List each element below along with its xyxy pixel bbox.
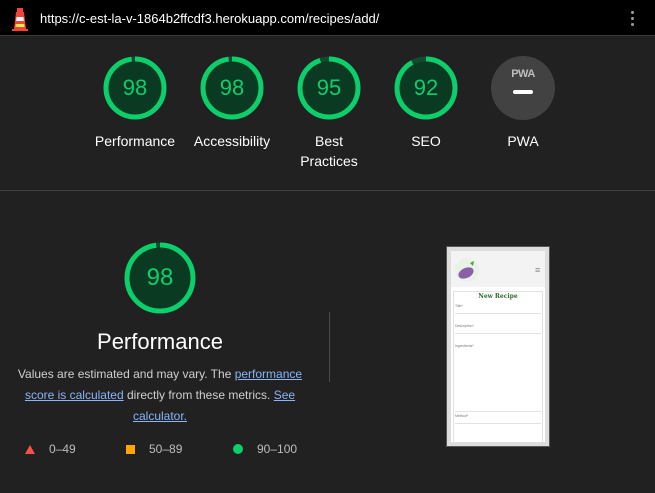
screenshot-title: New Recipe bbox=[478, 293, 518, 300]
gauge-best-practices[interactable]: 95 bbox=[297, 56, 361, 120]
score-value: 92 bbox=[413, 75, 439, 100]
field-line bbox=[455, 313, 541, 314]
performance-description: Values are estimated and may vary. The p… bbox=[14, 364, 306, 427]
label-line: Best bbox=[314, 133, 343, 149]
section-title: Performance bbox=[97, 329, 223, 354]
page-screenshot[interactable]: ≡ New Recipe Title* Description* Ingredi… bbox=[446, 246, 550, 447]
score-value: 98 bbox=[219, 75, 245, 100]
pwa-badge-icon: PWA bbox=[511, 68, 535, 80]
gauge-performance[interactable]: 98 bbox=[103, 56, 167, 120]
field-label: Title* bbox=[455, 304, 463, 308]
hamburger-icon: ≡ bbox=[535, 265, 541, 275]
desc-text: directly from these metrics. bbox=[123, 388, 274, 402]
desc-text: Values are estimated and may vary. The bbox=[17, 367, 235, 381]
field-label: Ingredients* bbox=[455, 344, 474, 348]
field-line bbox=[455, 333, 541, 334]
score-value: 98 bbox=[146, 264, 174, 291]
gauge-performance-large: 98 bbox=[124, 242, 196, 314]
screenshot-header: ≡ bbox=[451, 251, 545, 287]
lighthouse-icon bbox=[12, 8, 28, 31]
legend-range: 50–89 bbox=[149, 442, 183, 456]
field-line bbox=[455, 423, 541, 424]
legend-range: 0–49 bbox=[49, 442, 76, 456]
gauge-accessibility[interactable]: 98 bbox=[200, 56, 264, 120]
gauge-pwa[interactable]: PWA bbox=[491, 56, 555, 120]
pwa-dash-icon bbox=[513, 90, 533, 94]
legend-fail: 0–49 bbox=[25, 442, 76, 456]
section-divider bbox=[0, 190, 655, 191]
legend-pass: 90–100 bbox=[233, 442, 297, 456]
kebab-menu-icon[interactable] bbox=[630, 11, 636, 27]
eggplant-logo-icon bbox=[455, 258, 479, 282]
top-bar: https://c-est-la-v-1864b2ffcdf3.herokuap… bbox=[0, 0, 655, 36]
label-line: Practices bbox=[300, 153, 358, 169]
gauge-seo[interactable]: 92 bbox=[394, 56, 458, 120]
legend-average: 50–89 bbox=[126, 442, 182, 456]
page-url[interactable]: https://c-est-la-v-1864b2ffcdf3.herokuap… bbox=[40, 11, 379, 26]
circle-icon bbox=[233, 444, 243, 454]
score-value: 98 bbox=[122, 75, 148, 100]
category-label[interactable]: PWA bbox=[463, 131, 583, 151]
field-label: Method* bbox=[455, 414, 469, 418]
legend-range: 90–100 bbox=[257, 442, 298, 456]
field-label: Description* bbox=[455, 324, 474, 328]
vertical-separator bbox=[329, 312, 330, 382]
screenshot-page: ≡ New Recipe Title* Description* Ingredi… bbox=[451, 251, 545, 442]
triangle-icon bbox=[25, 444, 35, 454]
field-line bbox=[455, 411, 541, 412]
square-icon bbox=[126, 444, 135, 454]
score-value: 95 bbox=[316, 75, 342, 100]
